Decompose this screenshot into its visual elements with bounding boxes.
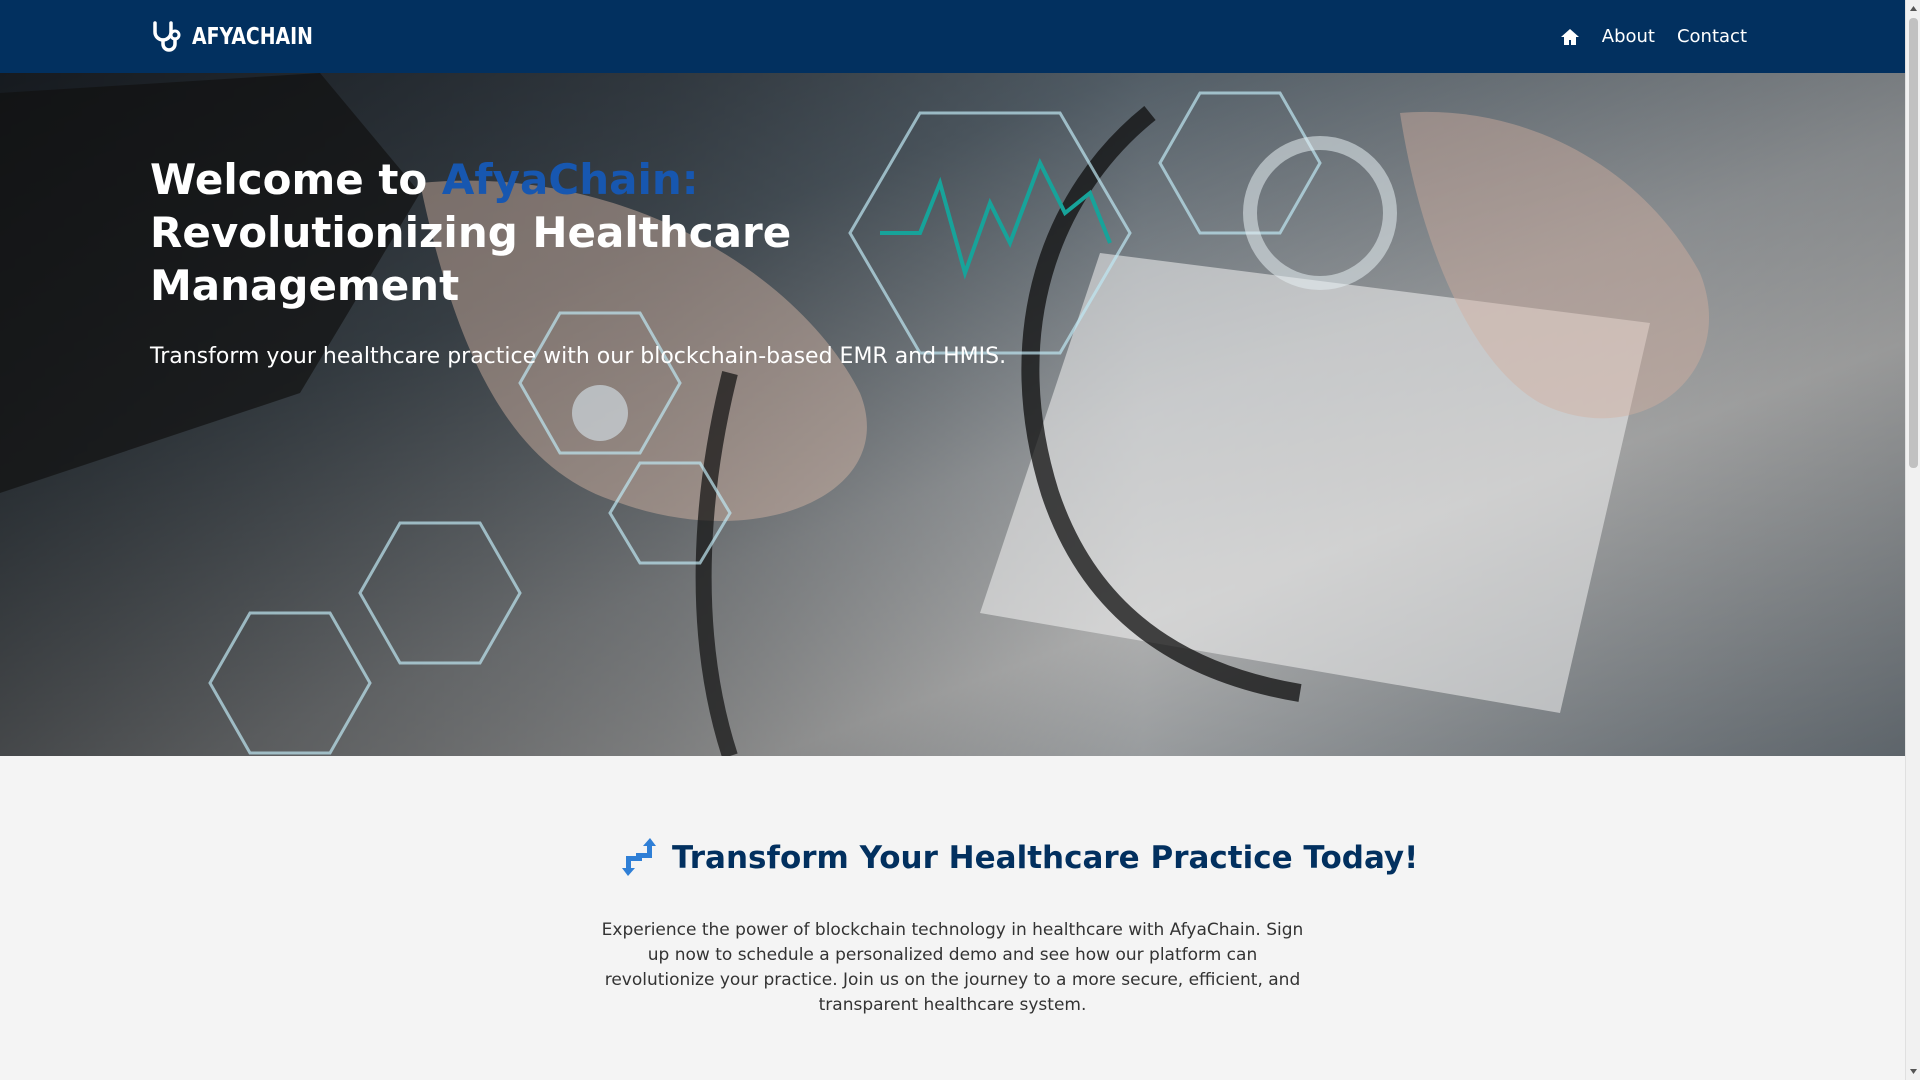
cta-heading: Transform Your Healthcare Practice Today… bbox=[620, 836, 1418, 878]
hero-section: Welcome to AfyaChain: Revolutionizing He… bbox=[0, 73, 1905, 756]
scroll-up-arrow-icon[interactable] bbox=[1909, 4, 1918, 14]
hero-title-accent: AfyaChain: bbox=[441, 155, 699, 204]
hero-title: Welcome to AfyaChain: Revolutionizing He… bbox=[150, 153, 870, 312]
stethoscope-icon bbox=[153, 21, 181, 52]
nav-link-about[interactable]: About bbox=[1602, 26, 1655, 47]
navbar: AFYACHAIN About Contact bbox=[0, 0, 1905, 73]
cta-title: Transform Your Healthcare Practice Today… bbox=[672, 840, 1419, 876]
arrows-exchange-icon bbox=[622, 838, 656, 876]
hero-title-rest: Revolutionizing Healthcare Management bbox=[150, 208, 792, 310]
nav-link-contact[interactable]: Contact bbox=[1677, 26, 1747, 47]
cta-body: Experience the power of blockchain techn… bbox=[601, 920, 1304, 1015]
home-icon[interactable] bbox=[1560, 27, 1580, 47]
nav-links: About Contact bbox=[1560, 0, 1747, 73]
hero-subtitle: Transform your healthcare practice with … bbox=[150, 344, 1007, 369]
hero-text: Welcome to AfyaChain: Revolutionizing He… bbox=[150, 153, 1006, 369]
brand-logo[interactable]: AFYACHAIN bbox=[150, 20, 340, 54]
page-scrollbar[interactable] bbox=[1905, 0, 1920, 1080]
brand-name: AFYACHAIN bbox=[192, 24, 313, 50]
hero-title-prefix: Welcome to bbox=[150, 155, 442, 204]
scroll-thumb[interactable] bbox=[1909, 18, 1918, 468]
cta-section: Transform Your Healthcare Practice Today… bbox=[0, 756, 1905, 1080]
scroll-down-arrow-icon[interactable] bbox=[1909, 1066, 1918, 1076]
